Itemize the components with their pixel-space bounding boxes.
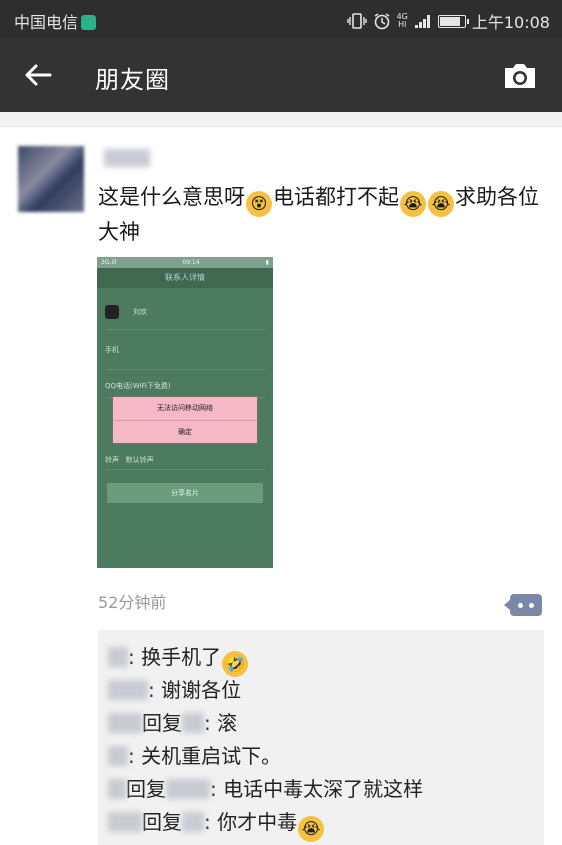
commenter-name[interactable] (108, 680, 148, 700)
image-qq-row: QQ电话(WiFi下免费) (105, 381, 265, 398)
comment-text: 电话中毒太深了就这样 (223, 777, 424, 801)
crying-emoji-icon: 😭 (428, 191, 454, 217)
network-type-bottom: Hl (398, 20, 407, 29)
image-ring-label: 铃声 (105, 456, 119, 464)
signal-icon (414, 15, 430, 28)
comment-list: : 换手机了 🤣 : 谢谢各位 回复: 滚 : 关机重启试下。 回复: 电话中毒太… (98, 630, 544, 845)
reply-label: 回复 (142, 711, 182, 735)
carrier-name: 中国电信 (14, 13, 79, 32)
image-dialog-ok: 确定 (178, 428, 192, 436)
crying-emoji-icon: 😭 (298, 816, 325, 842)
page-title: 朋友圈 (95, 66, 170, 94)
comment-text: 关机重启试下。 (141, 744, 282, 768)
avatar[interactable] (18, 146, 84, 212)
comment-separator: : (204, 810, 218, 834)
clock: 上午10:08 (471, 13, 550, 32)
alarm-icon (374, 13, 389, 30)
sim-icon (81, 15, 97, 30)
battery-icon (437, 14, 469, 28)
image-status-signal: 3G.ıll (101, 259, 117, 266)
image-phone-label: 手机 (105, 346, 119, 354)
image-contact-avatar (105, 305, 119, 319)
image-status-time: 09:14 (182, 259, 200, 266)
comment-separator: : (148, 678, 162, 702)
comment-separator: : (128, 744, 142, 768)
battery-fill (439, 16, 460, 26)
camera-icon[interactable] (502, 61, 538, 91)
status-icons: 4G Hl 上午10:08 (346, 9, 550, 33)
comment-text: 换手机了 (141, 645, 222, 669)
comment-item[interactable]: : 换手机了 🤣 (108, 641, 249, 677)
image-dialog-message: 无法访问移动网络 (113, 397, 257, 421)
vibrate-icon (346, 13, 367, 29)
reply-target-name[interactable] (182, 713, 204, 733)
image-header: 联系人详情 (97, 268, 273, 288)
reply-target-name[interactable] (166, 779, 210, 799)
image-status-battery: ▮ (265, 259, 269, 266)
reply-label: 回复 (142, 810, 182, 834)
comment-separator: : (128, 645, 142, 669)
image-status-bar: 3G.ıll 09:14 ▮ (97, 257, 273, 268)
comment-text: 你才中毒 (217, 810, 298, 834)
commenter-name[interactable] (108, 779, 126, 799)
confused-emoji-icon: 😵 (246, 191, 272, 217)
image-contact-row: 刘欢 (105, 305, 265, 330)
crying-emoji-icon: 😭 (400, 191, 426, 217)
comment-item[interactable]: 回复: 电话中毒太深了就这样 (108, 773, 423, 802)
image-phone-row: 手机 (105, 345, 265, 370)
image-ring-value: 默认铃声 (125, 456, 154, 464)
reply-target-name[interactable] (182, 812, 204, 832)
commenter-name[interactable] (108, 647, 128, 667)
image-share-button: 分享名片 (107, 483, 263, 503)
comment-item[interactable]: : 关机重启试下。 (108, 740, 281, 769)
status-bar: 中国电信 4G Hl 上午10:08 (0, 0, 562, 38)
post-text-part-2: 电话都打不起 (273, 185, 399, 209)
feed-top-divider (0, 112, 562, 127)
comment-item[interactable]: : 谢谢各位 (108, 674, 241, 703)
comment-separator: : (204, 711, 218, 735)
post-author-name[interactable] (104, 149, 150, 167)
commenter-name[interactable] (108, 812, 142, 832)
comment-item[interactable]: 回复: 你才中毒 😭 (108, 806, 325, 842)
commenter-name[interactable] (108, 713, 142, 733)
image-qq-label: QQ电话(WiFi下免费) (105, 382, 171, 390)
comment-separator: : (210, 777, 224, 801)
image-ring-row: 铃声 默认铃声 (105, 455, 265, 470)
more-dot-icon (518, 603, 523, 608)
comment-item[interactable]: 回复: 滚 (108, 707, 237, 736)
more-dot-icon (529, 603, 534, 608)
post-timestamp: 52分钟前 (98, 593, 167, 612)
post-image[interactable]: 3G.ıll 09:14 ▮ 联系人详情 刘欢 手机 QQ电话(WiFi下免费) 铃… (97, 257, 273, 568)
carrier-label: 中国电信 (14, 9, 97, 33)
image-contact-name: 刘欢 (133, 308, 147, 316)
top-nav-bar: 朋友圈 (0, 38, 562, 112)
commenter-name[interactable] (108, 746, 128, 766)
image-error-dialog: 无法访问移动网络 确定 (113, 397, 257, 443)
arrow-left-icon[interactable] (22, 59, 54, 91)
more-options-button[interactable] (504, 594, 542, 616)
post-text: 这是什么意思呀 😵 电话都打不起 😭 😭 求助各位大神 (98, 182, 543, 248)
reply-label: 回复 (126, 777, 166, 801)
post-text-part-1: 这是什么意思呀 (98, 185, 245, 209)
network-type-icon: 4G Hl (397, 13, 408, 29)
comment-text: 滚 (217, 711, 238, 735)
comment-text: 谢谢各位 (161, 678, 242, 702)
